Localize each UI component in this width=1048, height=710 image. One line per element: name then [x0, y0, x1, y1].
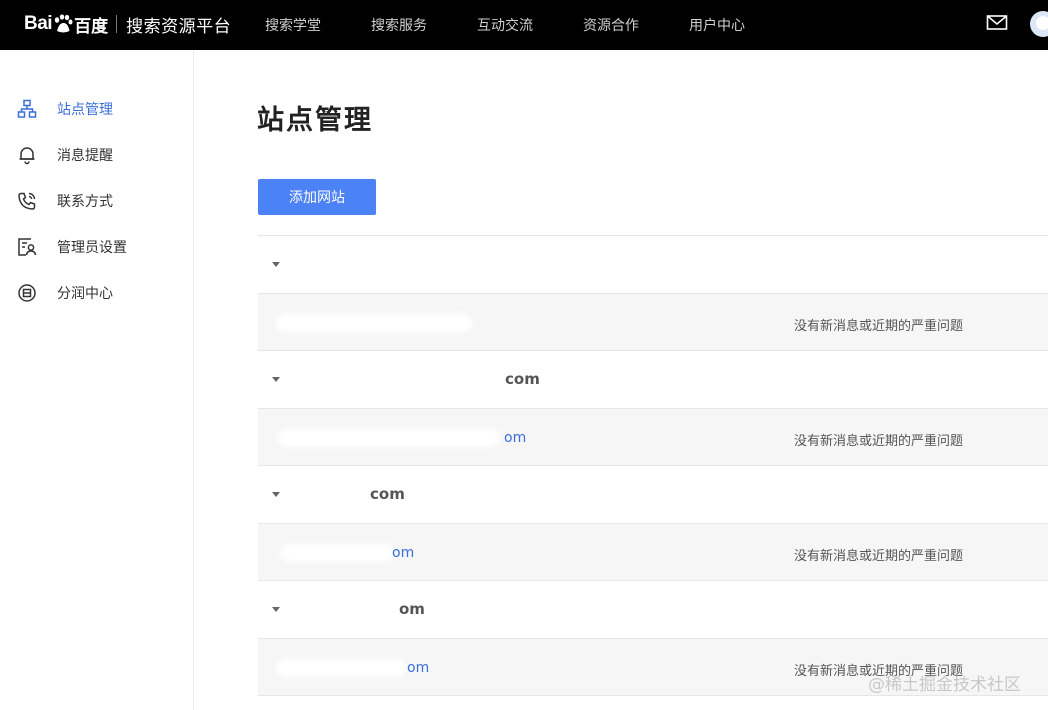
top-bar: Bai 百度 搜索资源平台 搜索学堂 搜索服务 互动交流 资源合作 用户中心: [0, 0, 1048, 50]
site-name: om: [399, 600, 425, 618]
caret-down-icon[interactable]: [272, 262, 280, 267]
sidebar-item-label: 联系方式: [57, 194, 113, 210]
sidebar-item-contact[interactable]: 联系方式: [16, 190, 113, 212]
site-row[interactable]: [258, 235, 1048, 293]
nav-search-service[interactable]: 搜索服务: [371, 15, 427, 35]
sidebar-item-label: 站点管理: [57, 102, 113, 118]
sidebar-item-admin-settings[interactable]: 管理员设置: [16, 236, 127, 258]
logo-du: 百度: [74, 16, 109, 37]
site-subrow: om 没有新消息或近期的严重问题: [258, 408, 1048, 466]
caret-down-icon[interactable]: [272, 377, 280, 382]
phone-icon: [16, 190, 38, 212]
paw-icon: [53, 14, 73, 34]
page-title: 站点管理: [257, 105, 373, 136]
caret-down-icon[interactable]: [272, 492, 280, 497]
baidu-logo[interactable]: Bai 百度 搜索资源平台: [24, 6, 231, 42]
avatar[interactable]: [1030, 11, 1048, 37]
redacted-block: [276, 659, 406, 677]
sidebar-item-revenue-center[interactable]: 分润中心: [16, 282, 113, 304]
sidebar-item-label: 管理员设置: [57, 240, 127, 256]
site-subrow: om 没有新消息或近期的严重问题: [258, 523, 1048, 581]
sidebar: 站点管理 消息提醒 联系方式 管理员设置 分润中心: [0, 50, 194, 710]
site-subrow: 没有新消息或近期的严重问题: [258, 293, 1048, 351]
nav-resource-cooperation[interactable]: 资源合作: [583, 15, 639, 35]
site-link[interactable]: om: [392, 545, 414, 561]
site-link[interactable]: om: [407, 660, 429, 676]
site-name: com: [370, 485, 405, 503]
main-content: 站点管理 添加网站 没有新消息或近期的严重问题 com om 没有新消息或近期的…: [194, 50, 1048, 710]
sidebar-item-label: 消息提醒: [57, 148, 113, 164]
add-site-button[interactable]: 添加网站: [258, 179, 376, 215]
table-bottom-border: [258, 695, 1048, 696]
watermark: @稀土掘金技术社区: [868, 675, 1021, 695]
redacted-block: [276, 314, 472, 332]
nav-search-academy[interactable]: 搜索学堂: [265, 15, 321, 35]
logo-divider: [116, 15, 118, 33]
caret-down-icon[interactable]: [272, 607, 280, 612]
redacted-block: [278, 429, 500, 447]
site-row[interactable]: com: [258, 465, 1048, 523]
sitemap-icon: [16, 98, 38, 120]
mail-icon[interactable]: [986, 13, 1008, 33]
nav-interaction[interactable]: 互动交流: [477, 15, 533, 35]
admin-icon: [16, 236, 38, 258]
revenue-icon: [16, 282, 38, 304]
site-status: 没有新消息或近期的严重问题: [794, 434, 964, 449]
site-row[interactable]: com: [258, 350, 1048, 408]
sidebar-item-notifications[interactable]: 消息提醒: [16, 144, 113, 166]
site-status: 没有新消息或近期的严重问题: [794, 549, 964, 564]
site-name: com: [505, 370, 540, 388]
sidebar-item-site-management[interactable]: 站点管理: [16, 98, 113, 120]
site-status: 没有新消息或近期的严重问题: [794, 319, 964, 334]
redacted-block: [280, 544, 394, 562]
platform-name: 搜索资源平台: [126, 16, 232, 37]
top-nav: 搜索学堂 搜索服务 互动交流 资源合作 用户中心: [265, 0, 795, 50]
nav-user-center[interactable]: 用户中心: [689, 15, 745, 35]
sidebar-item-label: 分润中心: [57, 286, 113, 302]
site-row[interactable]: om: [258, 580, 1048, 638]
bell-icon: [16, 144, 38, 166]
logo-text: Bai: [24, 13, 53, 34]
site-link[interactable]: om: [504, 430, 526, 446]
